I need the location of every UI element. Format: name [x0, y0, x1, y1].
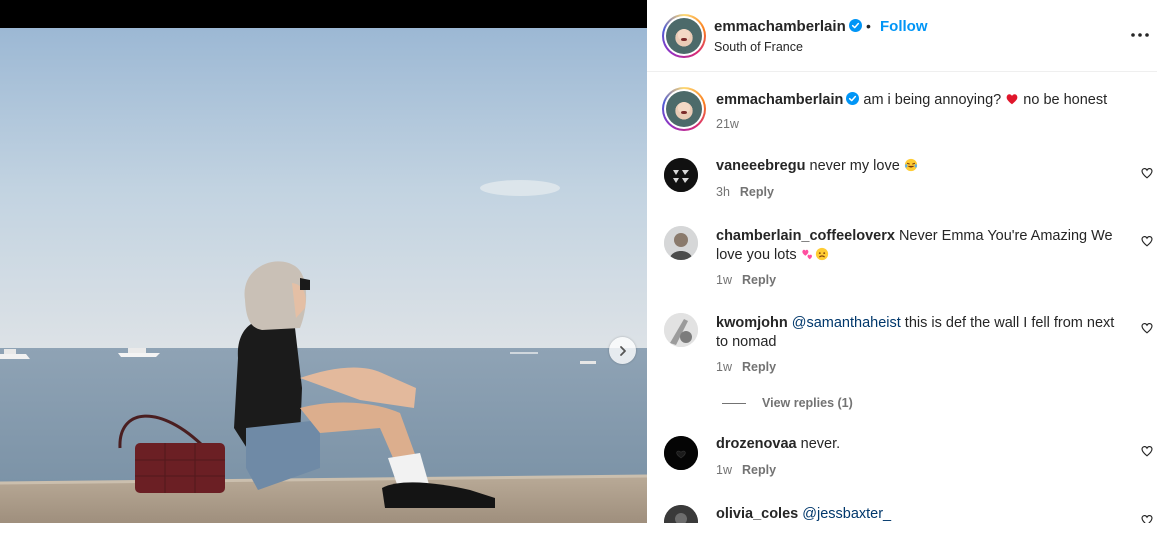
commenter-avatar[interactable]	[664, 436, 698, 470]
comment-meta: 1w Reply	[716, 463, 776, 477]
comment-meta: 3h Reply	[716, 185, 774, 199]
commenter-avatar[interactable]	[664, 505, 698, 523]
like-heart-icon[interactable]	[1140, 321, 1154, 335]
caption-body: am i being annoying?	[863, 92, 1002, 108]
commenter-avatar[interactable]	[664, 313, 698, 347]
comment-time: 1w	[716, 463, 732, 477]
separator-dot: •	[866, 18, 871, 34]
commenter-avatar[interactable]	[664, 158, 698, 192]
post-media[interactable]	[0, 0, 647, 523]
comment-text: chamberlain_coffeeloverx Never Emma You'…	[716, 227, 1126, 265]
post-header: emmachamberlain • Follow South of France	[647, 0, 1157, 72]
red-heart-emoji-icon	[1006, 94, 1018, 105]
more-horizontal-icon[interactable]	[1129, 24, 1151, 44]
comment-meta: 1w Reply	[716, 273, 776, 287]
comment-mention[interactable]: @samanthaheist	[792, 315, 901, 331]
caption-username[interactable]: emmachamberlain	[716, 92, 843, 108]
comment-time: 1w	[716, 360, 732, 374]
view-replies-line	[722, 403, 746, 405]
reply-button[interactable]: Reply	[742, 360, 776, 374]
reply-button[interactable]: Reply	[740, 185, 774, 199]
comment-text: kwomjohn @samanthaheist this is def the …	[716, 314, 1126, 352]
like-heart-icon[interactable]	[1140, 234, 1154, 248]
comment-username[interactable]: olivia_coles	[716, 506, 798, 522]
next-photo-button[interactable]	[609, 337, 636, 364]
laughing-crying-emoji-icon	[904, 158, 917, 172]
verified-badge-icon	[848, 19, 862, 32]
comment-username[interactable]: drozenovaa	[716, 436, 797, 452]
view-replies-label: View replies (1)	[762, 396, 853, 410]
comment-username[interactable]: kwomjohn	[716, 315, 788, 331]
like-heart-icon[interactable]	[1140, 444, 1154, 458]
comment-mention[interactable]: @jessbaxter_	[802, 506, 891, 522]
follow-button[interactable]: Follow	[880, 18, 928, 35]
comment-body: never.	[800, 436, 841, 452]
comment-text: drozenovaa never.	[716, 435, 1126, 454]
author-avatar[interactable]	[662, 14, 706, 58]
comment-text: olivia_coles @jessbaxter_	[716, 505, 1126, 523]
comment-username[interactable]: chamberlain_coffeeloverx	[716, 228, 895, 244]
comments-panel: emmachamberlain • Follow South of France…	[647, 0, 1170, 523]
comment-meta: 1w Reply	[716, 360, 776, 374]
view-replies-button[interactable]: View replies (1)	[722, 396, 853, 410]
caption-text: emmachamberlain am i being annoying? no …	[716, 91, 1126, 110]
caption-avatar[interactable]	[662, 87, 706, 131]
author-username[interactable]: emmachamberlain	[714, 18, 862, 35]
like-heart-icon[interactable]	[1140, 513, 1154, 523]
post-photo	[0, 28, 647, 523]
reply-button[interactable]: Reply	[742, 463, 776, 477]
comment-time: 1w	[716, 273, 732, 287]
comment-text: vaneeebregu never my love	[716, 157, 1126, 176]
commenter-avatar[interactable]	[664, 226, 698, 260]
media-top-letterbox	[0, 0, 647, 28]
post-location[interactable]: South of France	[714, 40, 803, 54]
two-hearts-emoji-icon	[801, 249, 812, 260]
bottom-strip	[0, 523, 1170, 537]
verified-badge-icon	[846, 92, 860, 105]
sad-face-emoji-icon	[815, 247, 828, 261]
chevron-right-icon	[619, 345, 626, 356]
caption-body-end: no be honest	[1023, 92, 1108, 108]
comment-username[interactable]: vaneeebregu	[716, 158, 805, 174]
comment-time: 3h	[716, 185, 730, 199]
caption-time: 21w	[716, 117, 739, 131]
comment-body: never my love	[809, 158, 900, 174]
reply-button[interactable]: Reply	[742, 273, 776, 287]
like-heart-icon[interactable]	[1140, 166, 1154, 180]
